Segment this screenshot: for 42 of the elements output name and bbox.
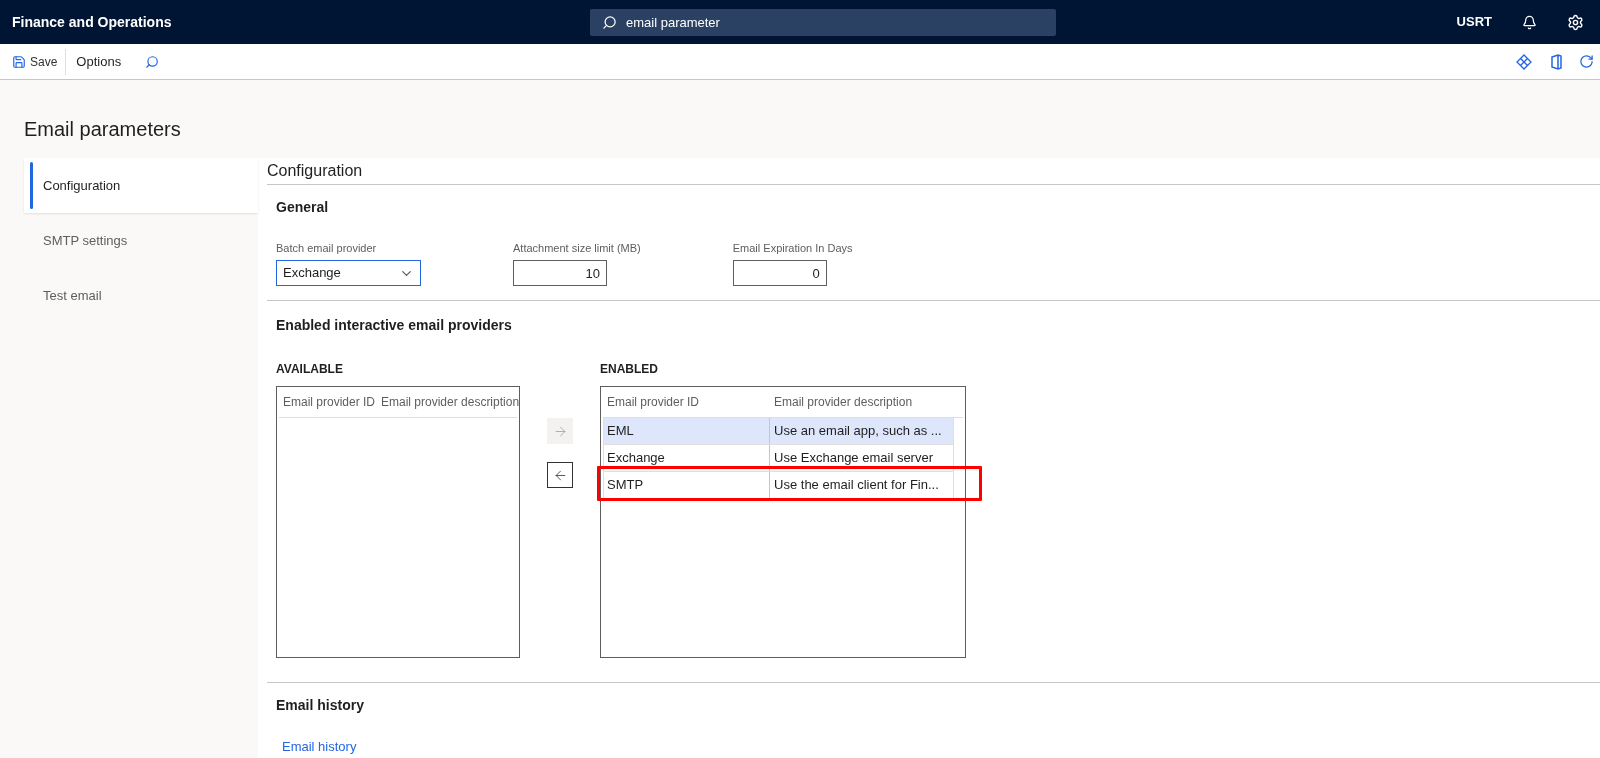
number-field[interactable]: 10: [513, 260, 607, 286]
group-title: General: [276, 197, 330, 217]
table-cell: SMTP: [604, 472, 771, 498]
nav-tab[interactable]: Configuration: [24, 158, 258, 213]
number-field[interactable]: 0: [732, 260, 827, 286]
page-title: Email parameters: [24, 117, 182, 142]
provider-row[interactable]: EML Use an email app, such as ...: [603, 417, 954, 445]
field-label: Email Expiration In Days: [732, 240, 853, 256]
company-label[interactable]: USRT: [1456, 12, 1492, 32]
provider-dropdown[interactable]: Exchange: [276, 260, 421, 286]
search-field[interactable]: email parameter: [590, 8, 1056, 36]
table-cell-text: Use an email app, such as ...: [773, 422, 943, 441]
table-cell-text: Use the email client for Fin...: [773, 476, 940, 495]
group-title: Email history: [276, 696, 365, 715]
search-icon: [602, 14, 617, 30]
field-label: Attachment size limit (MB): [513, 240, 641, 256]
table-cell-text: Use Exchange email server: [773, 449, 934, 468]
column-header[interactable]: Email provider description: [770, 387, 950, 417]
remove-button[interactable]: [547, 462, 573, 488]
list-title: AVAILABLE: [276, 361, 344, 378]
field-label: Batch email provider: [276, 240, 378, 256]
arrow-right-icon: [552, 423, 568, 439]
save-button[interactable]: Save: [12, 48, 67, 75]
diamond-icon[interactable]: [1516, 53, 1532, 70]
nav-tab[interactable]: Test email: [24, 268, 258, 323]
group-title: Enabled interactive email providers: [276, 316, 513, 335]
column-header[interactable]: Email provider ID: [603, 387, 770, 417]
email-history-link[interactable]: Email history: [282, 739, 357, 754]
settings-icon[interactable]: [1567, 13, 1584, 31]
section-title: Configuration: [267, 158, 1600, 185]
options-button[interactable]: Options: [66, 51, 132, 72]
app-title: Finance and Operations: [12, 12, 173, 32]
provider-row[interactable]: SMTP Use the email client for Fin...: [603, 471, 954, 499]
column-header[interactable]: Email provider description: [377, 387, 524, 417]
notification-icon[interactable]: [1522, 14, 1537, 30]
search-icon[interactable]: [145, 54, 160, 69]
list-title: ENABLED: [600, 361, 659, 378]
office-icon[interactable]: [1550, 53, 1563, 70]
save-icon: [12, 54, 26, 69]
refresh-icon[interactable]: [1579, 54, 1594, 69]
column-header[interactable]: Email provider ID: [279, 387, 377, 417]
nav-tab[interactable]: SMTP settings: [24, 213, 258, 268]
